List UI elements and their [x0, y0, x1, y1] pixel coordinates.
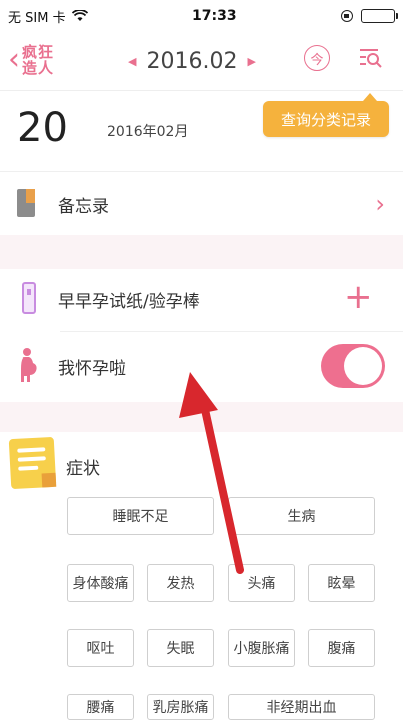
pregnant-toggle[interactable] [321, 344, 385, 388]
memo-label: 备忘录 [58, 197, 109, 217]
symptom-tag[interactable]: 呕吐 [67, 629, 134, 667]
wifi-icon [71, 10, 88, 21]
battery-icon [361, 9, 398, 23]
chevron-left-icon: ‹ [8, 42, 20, 77]
search-list-icon[interactable] [356, 44, 384, 72]
pregnancy-test-label: 早早孕试纸/验孕棒 [58, 292, 200, 312]
orientation-lock-icon [341, 10, 353, 22]
symptom-tag[interactable]: 头痛 [228, 564, 295, 602]
navigation-bar: ‹ 疯狂造人 ◀ 2016.02 ▶ 今 [0, 32, 403, 90]
symptom-tag[interactable]: 乳房胀痛 [147, 694, 214, 720]
section-separator [0, 235, 403, 269]
add-icon[interactable]: + [344, 277, 373, 317]
symptoms-header: 症状 [0, 432, 403, 492]
pregnant-woman-icon [21, 348, 37, 382]
date-header: 20 2016年02月 查询分类记录 [0, 91, 403, 171]
current-month: 2016.02 [146, 48, 238, 74]
today-button[interactable]: 今 [304, 45, 330, 71]
notebook-icon [17, 189, 35, 217]
today-label: 今 [310, 52, 324, 68]
symptoms-title: 症状 [66, 459, 100, 479]
next-month-icon[interactable]: ▶ [247, 55, 255, 68]
symptom-tag[interactable]: 睡眠不足 [67, 497, 214, 535]
day-number: 20 [17, 105, 68, 151]
back-button[interactable]: ‹ 疯狂造人 [8, 40, 58, 80]
carrier-label: 无 SIM 卡 [8, 10, 66, 26]
pregnant-row: 我怀孕啦 [0, 332, 403, 402]
status-right [341, 9, 398, 23]
symptom-tag[interactable]: 腰痛 [67, 694, 134, 720]
toggle-knob [344, 347, 382, 385]
query-category-records-button[interactable]: 查询分类记录 [263, 93, 389, 137]
app-brand-logo: 疯狂造人 [22, 43, 55, 77]
status-bar: 无 SIM 卡 17:33 [0, 0, 403, 32]
symptom-tag[interactable]: 小腹胀痛 [228, 629, 295, 667]
status-left: 无 SIM 卡 [8, 7, 88, 26]
chevron-right-icon: › [375, 190, 385, 218]
symptom-tag[interactable]: 身体酸痛 [67, 564, 134, 602]
symptom-tag[interactable]: 生病 [228, 497, 375, 535]
full-date: 2016年02月 [107, 124, 189, 140]
pregnancy-test-row[interactable]: 早早孕试纸/验孕棒 + [0, 269, 403, 331]
memo-row[interactable]: 备忘录 › [0, 171, 403, 235]
test-strip-icon [22, 282, 36, 314]
month-selector: ◀ 2016.02 ▶ [128, 44, 256, 78]
symptom-tag[interactable]: 失眠 [147, 629, 214, 667]
symptom-tag[interactable]: 发热 [147, 564, 214, 602]
symptom-tag[interactable]: 腹痛 [308, 629, 375, 667]
section-separator [0, 402, 403, 432]
pregnant-label: 我怀孕啦 [58, 359, 126, 379]
sticky-note-icon [8, 436, 57, 490]
symptom-tag[interactable]: 眩晕 [308, 564, 375, 602]
previous-month-icon[interactable]: ◀ [128, 55, 136, 68]
status-time: 17:33 [192, 8, 237, 24]
symptom-tag[interactable]: 非经期出血 [228, 694, 375, 720]
